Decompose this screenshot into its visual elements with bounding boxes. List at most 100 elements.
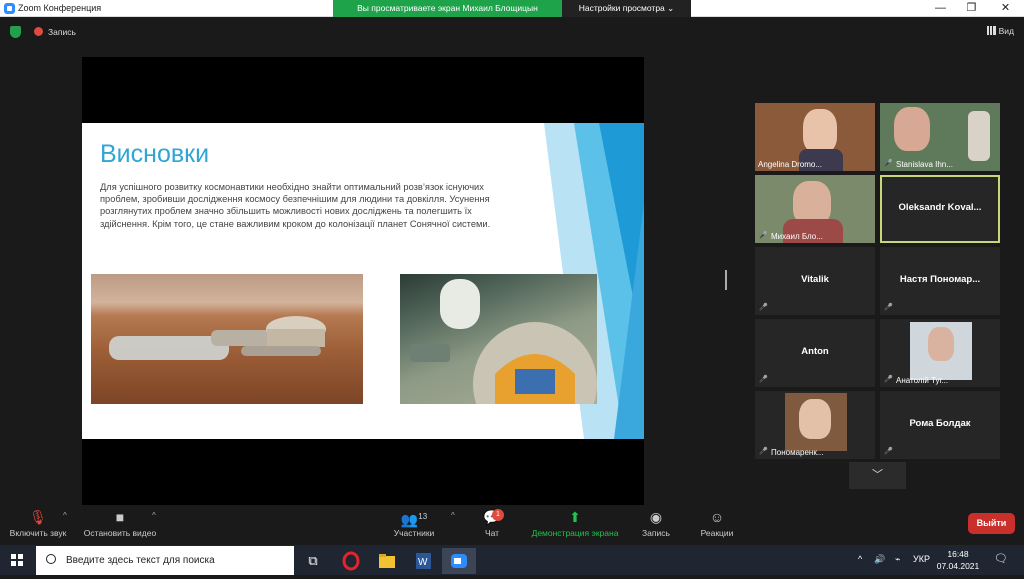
taskbar-clock[interactable]: 16:48 07.04.2021 (936, 548, 980, 572)
leave-meeting-button[interactable]: Выйти (968, 513, 1015, 534)
view-options-dropdown[interactable]: Настройки просмотра ⌄ (562, 0, 691, 17)
maximize-button[interactable]: ❐ (956, 0, 987, 17)
stop-video-label: Остановить видео (83, 528, 157, 538)
muted-mic-icon: 🎤 (884, 160, 893, 167)
muted-mic-icon: 🎤 (884, 304, 893, 311)
lunar-base-image (400, 274, 597, 439)
notifications-icon[interactable]: 🗨 (994, 552, 1008, 565)
window-title: Zoom Конференция (18, 3, 102, 13)
participant-tile[interactable]: Рома Болдак 🎤 (880, 391, 1000, 459)
record-label: Запись (642, 528, 670, 538)
participant-name: Михаил Бло... (771, 232, 823, 241)
participant-name: Angelina Dromo... (758, 160, 823, 169)
slide-title: Висновки (100, 140, 210, 168)
muted-mic-icon: 🎤 (759, 232, 768, 239)
view-button[interactable]: Вид (986, 26, 1014, 36)
muted-mic-icon: 🎤 (759, 304, 768, 311)
chevron-down-icon: ﹀ (872, 469, 883, 481)
windows-taskbar: Введите здесь текст для поиска ⧉ W ^ 🔊 ⌁… (0, 545, 1024, 575)
muted-mic-icon: 🎤 (759, 376, 768, 383)
participant-name: Анатолій Туг... (896, 376, 949, 385)
share-screen-button[interactable]: ⬆ Демонстрация экрана (528, 509, 622, 538)
close-button[interactable]: ✕ (990, 0, 1021, 17)
video-camera-icon: ■ (115, 509, 125, 525)
clock-date: 07.04.2021 (936, 561, 980, 571)
unmute-button[interactable]: 🎙 Включить звук (6, 509, 70, 538)
record-button[interactable]: ◉ Запись (640, 509, 672, 538)
zoom-app-icon[interactable] (442, 548, 476, 574)
participants-options-caret[interactable]: ^ (451, 511, 455, 520)
volume-icon[interactable]: 🔊 (874, 554, 885, 565)
search-placeholder: Введите здесь текст для поиска (66, 555, 215, 566)
participant-name: Stanislava Ihn... (896, 160, 953, 169)
reactions-icon: ☺ (709, 509, 725, 525)
participant-tile[interactable]: Angelina Dromo... (755, 103, 875, 171)
participants-count: 13 (418, 512, 428, 521)
muted-mic-icon: 🎤 (759, 448, 768, 455)
participant-face (799, 399, 831, 439)
participant-gallery: Angelina Dromo... 🎤 Stanislava Ihn... 🎤 … (755, 103, 1000, 460)
participant-tile[interactable]: 🎤 Stanislava Ihn... (880, 103, 1000, 171)
panel-resize-handle[interactable] (725, 270, 727, 290)
language-indicator[interactable]: УКР (913, 554, 930, 564)
recording-label[interactable]: Запись (48, 27, 76, 37)
network-icon[interactable]: ⌁ (895, 554, 900, 565)
word-app-icon[interactable]: W (406, 548, 440, 574)
reactions-button[interactable]: ☺ Реакции (697, 509, 737, 538)
task-view-icon[interactable]: ⧉ (296, 548, 330, 574)
zoom-logo-icon (4, 3, 15, 14)
minimize-button[interactable]: — (925, 0, 956, 17)
participants-button[interactable]: 👥13 Участники (389, 509, 439, 538)
search-icon (46, 554, 56, 564)
meeting-toolbar: 🎙 Включить звук ^ ■ Остановить видео ^ 👥… (0, 505, 1024, 545)
gallery-next-page-button[interactable]: ﹀ (849, 462, 906, 489)
security-shield-icon[interactable] (10, 26, 21, 38)
windows-start-icon[interactable] (11, 554, 23, 566)
svg-text:W: W (418, 557, 428, 568)
muted-mic-icon: 🎤 (884, 448, 893, 455)
participant-video (894, 107, 930, 151)
participant-tile[interactable]: 🎤 Михаил Бло... (755, 175, 875, 243)
mars-base-image (91, 274, 363, 404)
share-screen-label: Демонстрация экрана (531, 528, 619, 538)
participant-face (928, 327, 954, 361)
participants-icon: 👥13 (400, 511, 428, 528)
reactions-label: Реакции (700, 528, 734, 538)
grid-view-icon (986, 26, 996, 35)
participants-label: Участники (393, 528, 435, 538)
participant-tile[interactable]: 🎤 Анатолій Туг... (880, 319, 1000, 387)
chat-badge: 1 (492, 509, 504, 521)
chat-button[interactable]: 💬 1 Чат (476, 509, 508, 538)
participant-name: Настя Пономар... (899, 274, 981, 285)
screen-share-banner: Вы просматриваете экран Михаил Блощицын (333, 0, 562, 17)
participant-video-background (968, 111, 990, 161)
file-explorer-icon[interactable] (370, 548, 404, 574)
participant-tile[interactable]: 🎤 Пономаренк... (755, 391, 875, 459)
participant-tile[interactable]: Настя Пономар... 🎤 (880, 247, 1000, 315)
participant-tile-active-speaker[interactable]: Oleksandr Koval... (880, 175, 1000, 243)
participant-name: Oleksandr Koval... (898, 202, 982, 213)
record-dot-icon (34, 27, 43, 36)
participant-tile[interactable]: Anton 🎤 (755, 319, 875, 387)
clock-time: 16:48 (947, 549, 969, 559)
view-label: Вид (998, 26, 1014, 36)
participant-tile[interactable]: Vitalik 🎤 (755, 247, 875, 315)
tray-overflow-icon[interactable]: ^ (858, 554, 862, 564)
audio-options-caret[interactable]: ^ (63, 511, 67, 520)
taskbar-search-box[interactable]: Введите здесь текст для поиска (36, 546, 294, 575)
participant-video (803, 109, 837, 153)
participant-name: Пономаренк... (771, 448, 824, 457)
participant-name: Anton (801, 346, 829, 357)
stop-video-button[interactable]: ■ Остановить видео (80, 509, 160, 538)
muted-mic-icon: 🎤 (884, 376, 893, 383)
meeting-topbar: Запись Вид (0, 17, 1024, 47)
video-options-caret[interactable]: ^ (152, 511, 156, 520)
muted-mic-icon: 🎙 (29, 509, 47, 525)
opera-app-icon[interactable] (334, 548, 368, 574)
unmute-label: Включить звук (9, 528, 67, 538)
chat-label: Чат (484, 528, 500, 538)
shared-screen[interactable]: Висновки Для успішного розвитку космонав… (82, 57, 644, 505)
participant-name: Рома Болдак (909, 418, 971, 429)
record-icon: ◉ (649, 509, 663, 525)
share-screen-icon: ⬆ (569, 509, 581, 525)
